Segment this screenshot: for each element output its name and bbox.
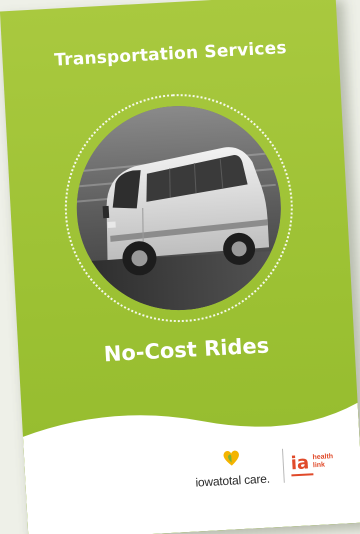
- ia-underline: [291, 473, 314, 477]
- iowa-total-care-logo: iowatotal care.: [186, 445, 278, 491]
- ia-health-word: health: [312, 453, 334, 462]
- ia-letters: ia: [290, 452, 310, 475]
- brochure-title: Transportation Services: [53, 38, 288, 71]
- ia-health-link-text: health link: [312, 453, 333, 470]
- ia-health-link-logo: ia health link: [290, 451, 353, 480]
- ia-link-word: link: [312, 461, 326, 470]
- brochure-cover: Transportation Services No-Cost Rides io…: [0, 0, 360, 534]
- iowa-total-care-text: iowatotal care.: [195, 471, 271, 490]
- logo-divider: [281, 448, 285, 483]
- scene: Transportation Services No-Cost Rides io…: [0, 0, 360, 534]
- heart-leaf-icon: [223, 450, 239, 466]
- brochure-subtitle: No-Cost Rides: [103, 333, 270, 367]
- footer-logos: iowatotal care. ia health link: [174, 441, 356, 501]
